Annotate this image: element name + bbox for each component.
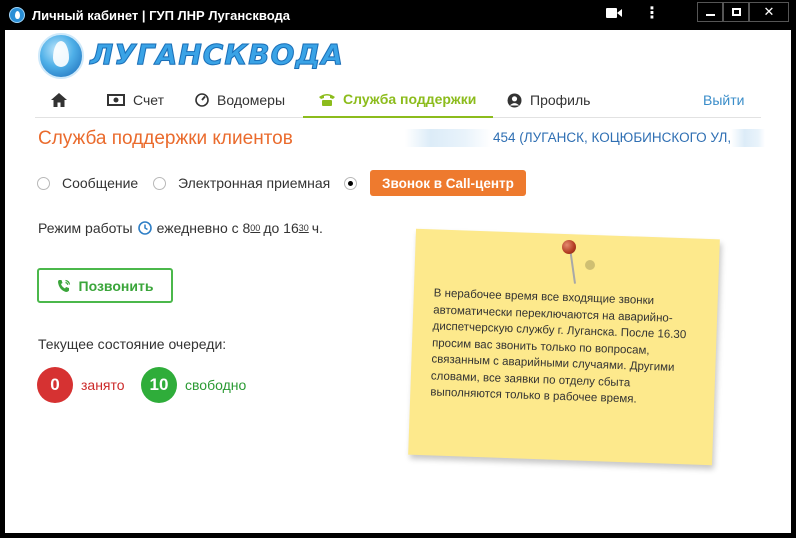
radio-call-center-dot[interactable] <box>344 176 357 190</box>
app-window: Личный кабинет | ГУП ЛНР Лугансквода ⋮ ✕… <box>0 0 796 538</box>
tab-home[interactable] <box>51 82 75 118</box>
tab-meters-label: Водомеры <box>217 92 286 108</box>
maximize-icon <box>731 8 741 16</box>
hours-suffix: ч. <box>311 220 323 236</box>
app-drop-icon <box>9 7 25 23</box>
close-icon: ✕ <box>763 4 775 19</box>
radio-call-center[interactable] <box>344 170 369 196</box>
close-button[interactable]: ✕ <box>749 2 789 22</box>
page-title: Служба поддержки клиентов <box>38 128 293 149</box>
radio-reception[interactable]: Электронная приемная <box>153 170 330 196</box>
contact-method-group: Сообщение Электронная приемная Звонок в … <box>35 170 555 196</box>
tab-bill-label: Счет <box>133 92 164 108</box>
minimize-button[interactable] <box>697 2 723 22</box>
radio-message-dot[interactable] <box>37 176 50 190</box>
logo-drop-icon <box>38 33 84 79</box>
maximize-button[interactable] <box>723 2 749 22</box>
camera-icon[interactable] <box>602 0 626 26</box>
phone-desk-icon <box>319 93 335 106</box>
hours-end-minutes: 30 <box>298 223 309 233</box>
dial-button[interactable]: Позвонить <box>37 268 173 303</box>
title-bar[interactable]: Личный кабинет | ГУП ЛНР Лугансквода ⋮ ✕ <box>0 0 796 30</box>
queue-busy-count: 0 <box>37 367 73 403</box>
sticky-note: В нерабочее время все входящие звонки ав… <box>408 228 720 466</box>
minimize-icon <box>705 14 715 16</box>
user-icon <box>507 93 522 107</box>
company-logo[interactable]: ЛУГАНСКВОДА <box>38 33 343 79</box>
account-address: 454 (ЛУГАНСК, КОЦЮБИНСКОГО УЛ, 27, <box>405 128 765 150</box>
tab-support[interactable]: Служба поддержки <box>303 82 493 118</box>
page-content: ЛУГАНСКВОДА Счет Водомеры Служба поддерж… <box>5 30 791 533</box>
radio-reception-label: Электронная приемная <box>178 175 331 191</box>
address-redacted-end <box>731 129 765 147</box>
hours-to: до 16 <box>263 220 299 236</box>
call-center-button[interactable]: Звонок в Call-центр <box>370 170 526 196</box>
gauge-icon <box>195 93 209 107</box>
window-title: Личный кабинет | ГУП ЛНР Лугансквода <box>32 8 290 23</box>
home-icon <box>51 93 67 107</box>
tab-profile[interactable]: Профиль <box>507 82 590 118</box>
dial-button-label: Позвонить <box>78 277 154 294</box>
banknote-icon <box>107 94 125 106</box>
radio-message-label: Сообщение <box>62 175 139 191</box>
radio-message[interactable]: Сообщение <box>37 170 138 196</box>
address-redacted-start <box>405 129 491 147</box>
queue-status-label: Текущее состояние очереди: <box>38 336 227 352</box>
more-menu-icon[interactable]: ⋮ <box>640 0 664 26</box>
tab-support-label: Служба поддержки <box>343 91 477 107</box>
hours-start-minutes: 00 <box>250 223 261 233</box>
address-text: 454 (ЛУГАНСК, КОЦЮБИНСКОГО УЛ, 27, <box>493 130 754 145</box>
working-hours: Режим работы ежедневно с 8 00 до 16 30 ч… <box>38 220 323 236</box>
pin-shadow <box>585 260 595 270</box>
hours-prefix: Режим работы <box>38 220 133 236</box>
pushpin-icon <box>562 240 576 254</box>
tab-bill[interactable]: Счет <box>107 82 164 118</box>
phone-ringing-icon <box>57 279 70 292</box>
hours-daily: ежедневно с 8 <box>156 220 251 236</box>
clock-icon <box>137 221 152 235</box>
radio-reception-dot[interactable] <box>153 176 166 190</box>
main-nav: Счет Водомеры Служба поддержки Профиль В… <box>35 82 761 118</box>
queue-free-count: 10 <box>141 367 177 403</box>
logout-link[interactable]: Выйти <box>703 82 744 118</box>
sticky-note-text: В нерабочее время все входящие звонки ав… <box>430 287 687 406</box>
queue-free-label: свободно <box>185 377 247 393</box>
tab-meters[interactable]: Водомеры <box>195 82 285 118</box>
tab-profile-label: Профиль <box>530 92 591 108</box>
queue-status: 0 занято 10 свободно <box>37 367 297 403</box>
queue-busy-label: занято <box>81 377 125 393</box>
logo-text: ЛУГАНСКВОДА <box>90 38 344 72</box>
